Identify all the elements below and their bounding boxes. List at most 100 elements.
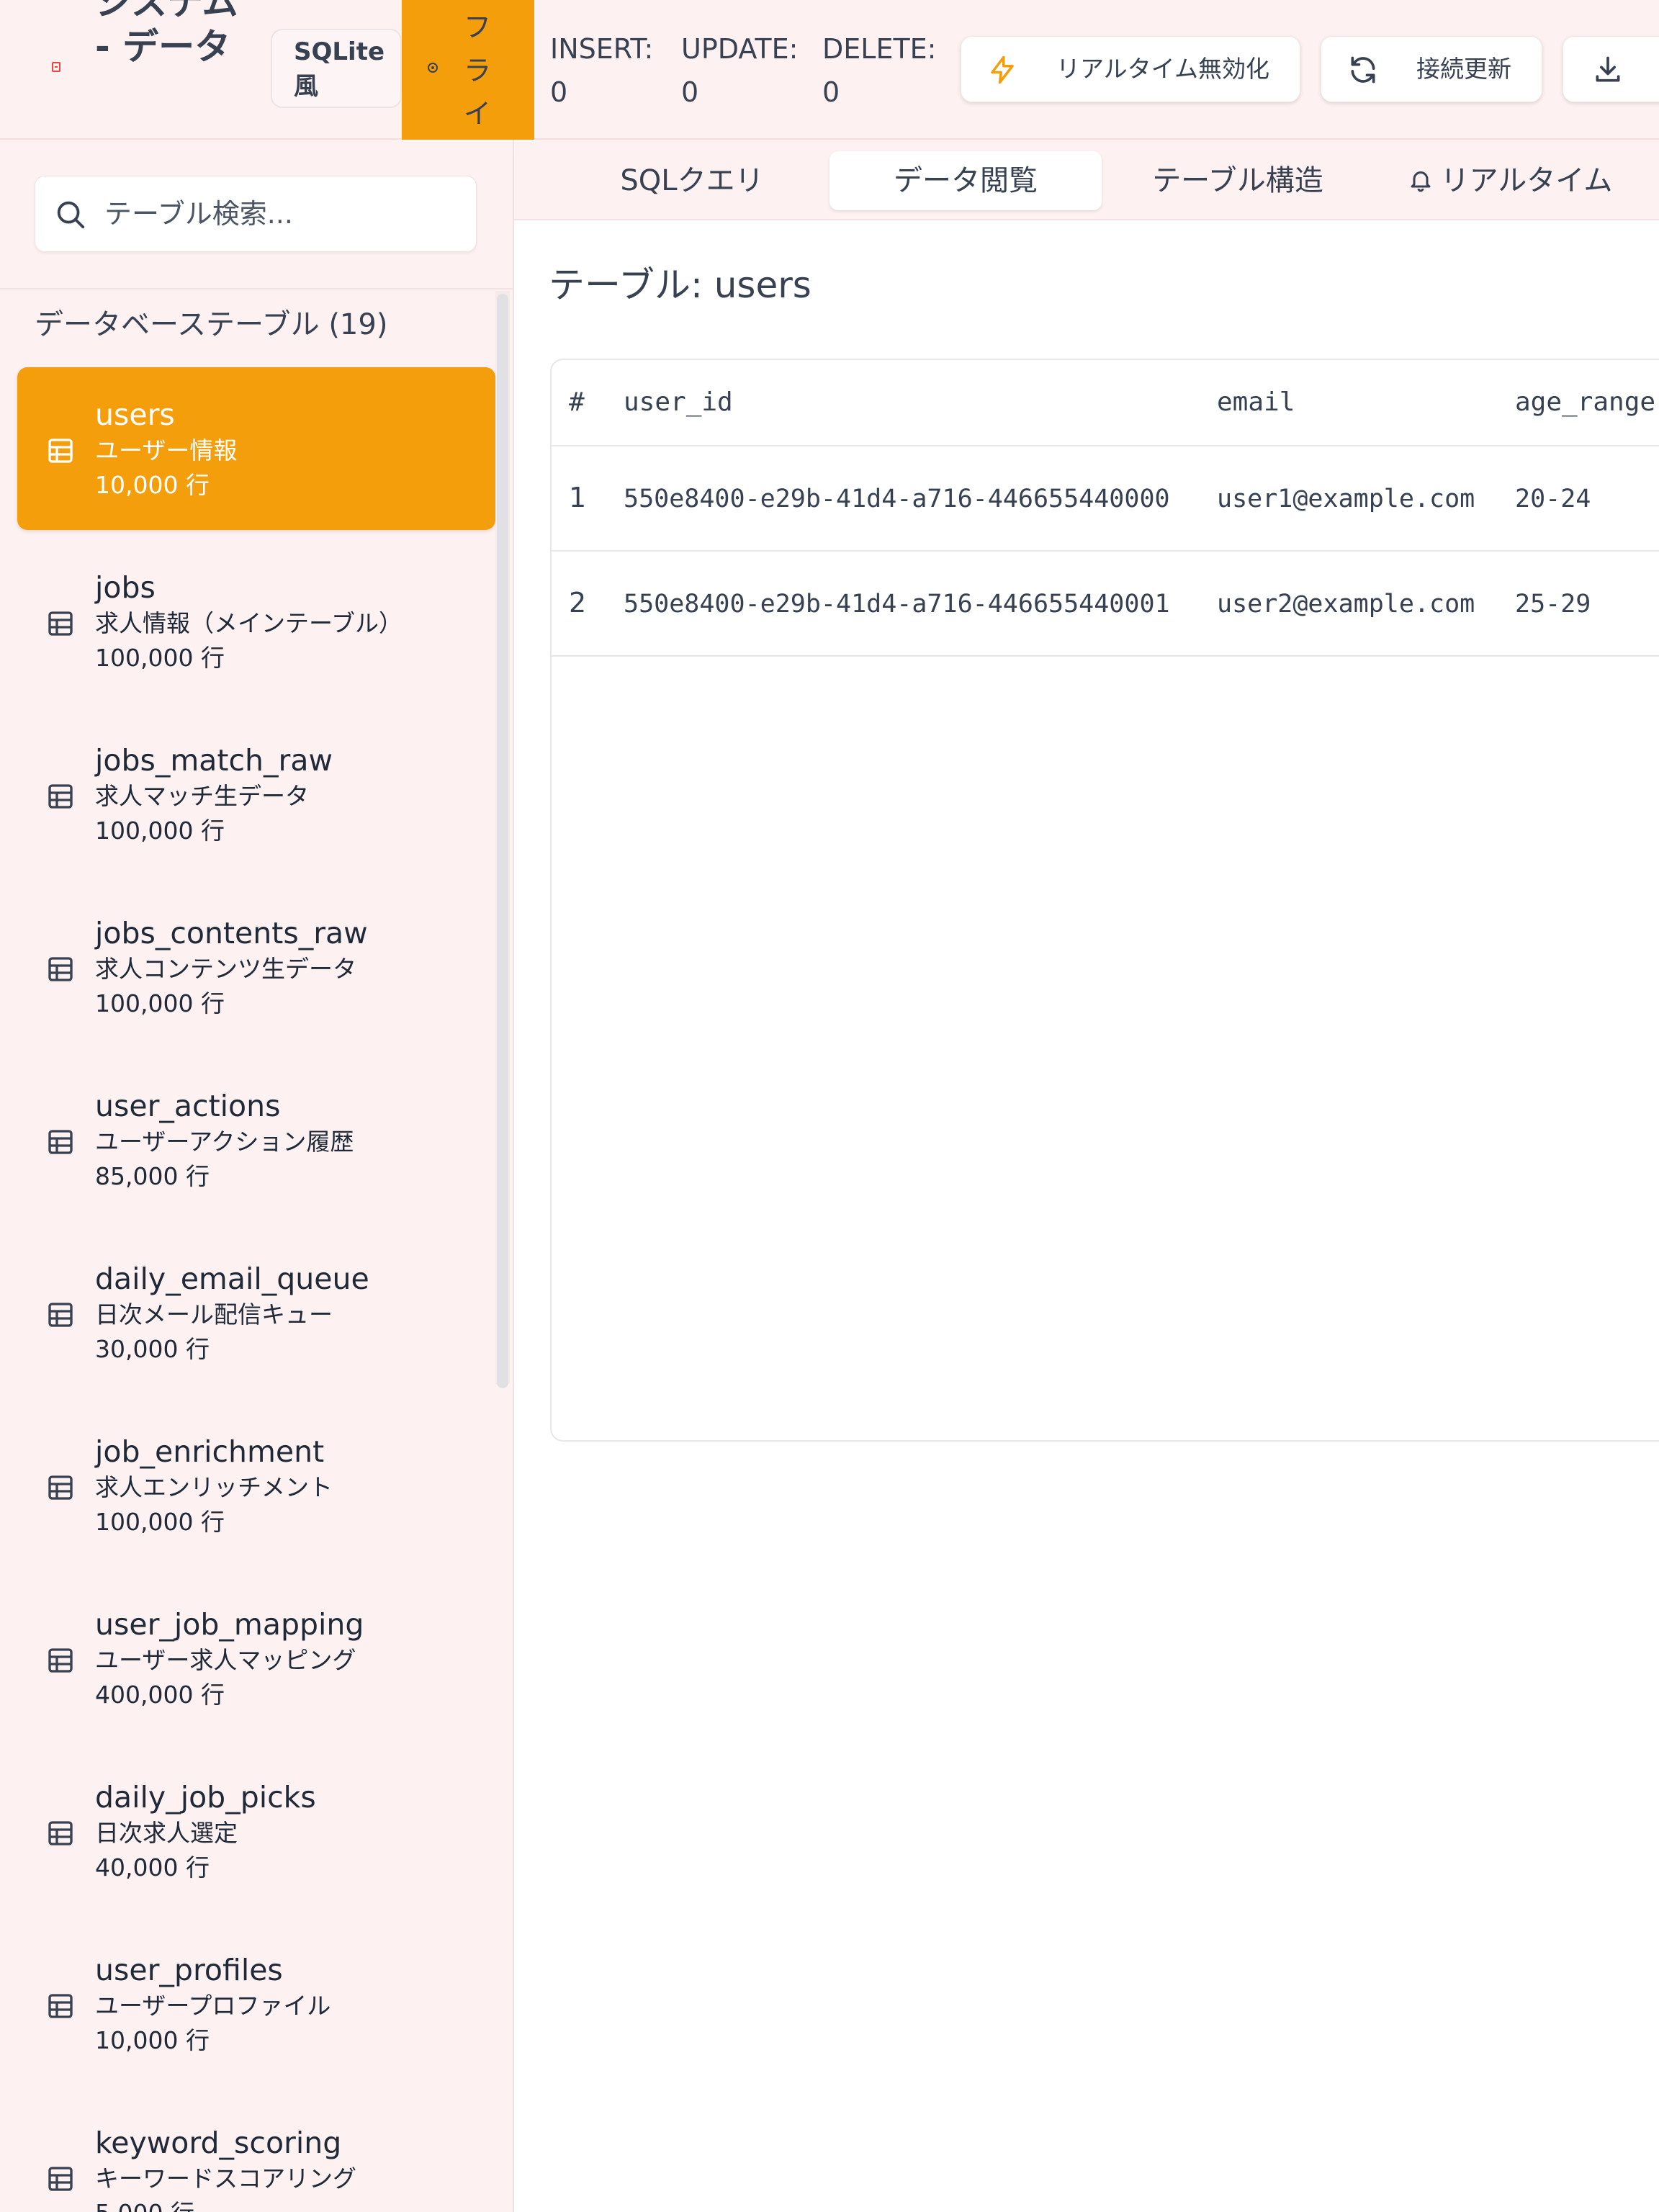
table-description: ユーザー求人マッピング xyxy=(95,1646,356,1674)
table-grid-icon xyxy=(48,1303,73,1327)
table-name: jobs xyxy=(95,570,156,605)
table-row-count: 85,000 行 xyxy=(95,1162,210,1190)
download-icon xyxy=(1596,56,1620,82)
table-name: daily_email_queue xyxy=(95,1262,369,1296)
table-grid-icon xyxy=(48,611,73,636)
table-row-count: 100,000 行 xyxy=(95,644,225,672)
cell-user-id[interactable]: 550e8400-e29b-41d4-a716-446655440000 xyxy=(624,481,1170,517)
data-grid: # user_id email age_range 1 550e8400-e29… xyxy=(550,359,1659,1442)
table-description: ユーザー情報 xyxy=(95,436,238,464)
table-name: job_enrichment xyxy=(95,1434,325,1469)
panel-title: テーブル: users xyxy=(549,264,811,306)
cell-email[interactable]: user1@example.com xyxy=(1217,481,1475,517)
search-icon xyxy=(57,201,85,229)
lightning-icon xyxy=(991,55,1014,84)
table-name: user_profiles xyxy=(95,1953,283,1987)
delete-label: DELETE: xyxy=(822,33,937,65)
table-item-user-actions[interactable]: user_actions ユーザーアクション履歴 85,000 行 xyxy=(17,1058,495,1221)
table-sidebar: データベーステーブル (19) users ユーザー情報 10,000 行 jo… xyxy=(0,140,514,2212)
tab-data-browse[interactable]: データ閲覧 xyxy=(830,151,1102,210)
column-header-age-range[interactable]: age_range xyxy=(1515,385,1655,421)
reconnect-button[interactable]: 接続更新 xyxy=(1321,36,1542,102)
table-section-title: データベーステーブル (19) xyxy=(35,308,388,341)
table-row-count: 100,000 行 xyxy=(95,1508,225,1536)
column-header-user-id[interactable]: user_id xyxy=(624,385,733,421)
table-item-daily-job-picks[interactable]: daily_job_picks 日次求人選定 40,000 行 xyxy=(17,1750,495,1912)
database-logo-icon xyxy=(52,62,60,72)
sidebar-scrollbar[interactable] xyxy=(495,291,510,1388)
table-row[interactable]: 1 550e8400-e29b-41d4-a716-446655440000 u… xyxy=(552,446,1659,552)
cell-age-range[interactable]: 25-29 xyxy=(1515,586,1591,622)
tab-sql-query[interactable]: SQLクエリ xyxy=(556,151,828,210)
table-name: user_job_mapping xyxy=(95,1607,364,1642)
app-root: システム - データ SQLite 風 フライ INSERT: 0 UPDATE… xyxy=(0,0,1659,2212)
table-grid-icon xyxy=(48,1475,73,1500)
row-number: 2 xyxy=(569,587,587,619)
table-row-count: 10,000 行 xyxy=(95,2026,210,2054)
scrollbar-thumb[interactable] xyxy=(497,294,508,1388)
table-grid-icon xyxy=(48,1648,73,1673)
table-grid-icon xyxy=(48,957,73,981)
mode-toggle[interactable]: フライ xyxy=(402,0,534,140)
table-description: キーワードスコアリング xyxy=(95,2164,356,2193)
refresh-icon xyxy=(1351,56,1375,84)
tab-bar: SQLクエリ データ閲覧 テーブル構造 リアルタイム xyxy=(514,140,1659,220)
column-header-index[interactable]: # xyxy=(569,385,585,421)
table-item-user-profiles[interactable]: user_profiles ユーザープロファイル 10,000 行 xyxy=(17,1923,495,2085)
realtime-toggle-button[interactable]: リアルタイム無効化 xyxy=(961,36,1300,102)
reconnect-label: 接続更新 xyxy=(1416,55,1511,83)
update-count: 0 xyxy=(681,76,699,108)
table-row-count: 10,000 行 xyxy=(95,471,210,499)
table-item-user-job-mapping[interactable]: user_job_mapping ユーザー求人マッピング 400,000 行 xyxy=(17,1577,495,1740)
table-item-jobs-contents-raw[interactable]: jobs_contents_raw 求人コンテンツ生データ 100,000 行 xyxy=(17,886,495,1048)
search-area xyxy=(0,140,513,289)
db-type-badge: SQLite 風 xyxy=(271,29,402,108)
tab-realtime-label: リアルタイム xyxy=(1440,164,1613,197)
table-grid-icon xyxy=(48,1821,73,1845)
table-item-jobs-match-raw[interactable]: jobs_match_raw 求人マッチ生データ 100,000 行 xyxy=(17,713,495,876)
main-panel: SQLクエリ データ閲覧 テーブル構造 リアルタイム テーブル: users #… xyxy=(514,140,1659,2212)
column-header-email[interactable]: email xyxy=(1217,385,1295,421)
cell-email[interactable]: user2@example.com xyxy=(1217,586,1475,622)
table-grid-icon xyxy=(48,439,73,463)
table-row-count: 5,000 行 xyxy=(95,2196,194,2212)
mode-label: フライ xyxy=(463,12,491,130)
table-list: users ユーザー情報 10,000 行 jobs 求人情報（メインテーブル）… xyxy=(17,367,495,2212)
table-search-box[interactable] xyxy=(35,176,477,252)
grid-header-row: # user_id email age_range xyxy=(552,360,1659,446)
realtime-toggle-label: リアルタイム無効化 xyxy=(1056,55,1270,83)
tab-realtime[interactable]: リアルタイム xyxy=(1374,151,1646,210)
table-description: 日次求人選定 xyxy=(95,1819,238,1847)
table-grid-icon xyxy=(48,784,73,809)
status-dot-icon xyxy=(428,63,438,73)
top-header: システム - データ SQLite 風 フライ INSERT: 0 UPDATE… xyxy=(0,0,1659,140)
tab-table-structure[interactable]: テーブル構造 xyxy=(1102,151,1374,210)
table-row-count: 400,000 行 xyxy=(95,1681,225,1709)
update-label: UPDATE: xyxy=(681,33,799,65)
insert-counter: INSERT: 0 xyxy=(550,27,653,114)
table-item-job-enrichment[interactable]: job_enrichment 求人エンリッチメント 100,000 行 xyxy=(17,1404,495,1567)
table-grid-icon xyxy=(48,1994,73,2018)
table-item-jobs[interactable]: jobs 求人情報（メインテーブル） 100,000 行 xyxy=(17,540,495,703)
table-description: ユーザープロファイル xyxy=(95,1992,331,2020)
table-name: jobs_match_raw xyxy=(95,743,333,778)
table-name: keyword_scoring xyxy=(95,2126,342,2160)
table-description: 日次メール配信キュー xyxy=(95,1300,333,1328)
cell-user-id[interactable]: 550e8400-e29b-41d4-a716-446655440001 xyxy=(624,586,1170,622)
table-name: jobs_contents_raw xyxy=(95,916,368,950)
table-row-count: 40,000 行 xyxy=(95,1853,210,1881)
update-counter: UPDATE: 0 xyxy=(681,27,798,114)
insert-label: INSERT: xyxy=(550,33,654,65)
table-name: daily_job_picks xyxy=(95,1780,316,1815)
table-item-daily-email-queue[interactable]: daily_email_queue 日次メール配信キュー 30,000 行 xyxy=(17,1231,495,1394)
table-description: 求人情報（メインテーブル） xyxy=(95,609,403,637)
table-item-keyword-scoring[interactable]: keyword_scoring キーワードスコアリング 5,000 行 xyxy=(17,2095,495,2212)
table-item-users[interactable]: users ユーザー情報 10,000 行 xyxy=(17,367,495,530)
table-row-count: 100,000 行 xyxy=(95,989,225,1017)
export-button[interactable] xyxy=(1563,36,1659,102)
table-row[interactable]: 2 550e8400-e29b-41d4-a716-446655440001 u… xyxy=(552,552,1659,657)
table-search-input[interactable] xyxy=(104,194,464,234)
table-grid-icon xyxy=(48,2167,73,2191)
cell-age-range[interactable]: 20-24 xyxy=(1515,481,1591,517)
row-number: 1 xyxy=(569,482,587,513)
